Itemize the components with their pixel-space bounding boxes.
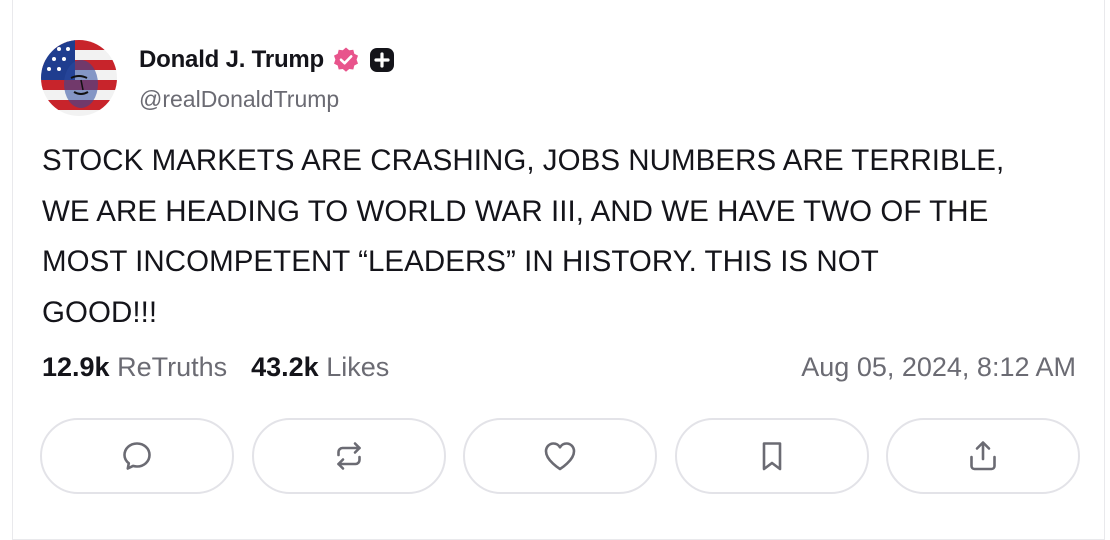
repost-icon: [336, 442, 361, 470]
action-bar: [40, 418, 1080, 494]
heart-icon: [544, 442, 576, 471]
retruths-stat[interactable]: 12.9k ReTruths: [42, 352, 227, 383]
bookmark-icon: [762, 442, 781, 471]
retruth-button[interactable]: [251, 418, 446, 494]
bookmark-button[interactable]: [674, 418, 869, 494]
avatar-image: [41, 40, 117, 116]
likes-stat[interactable]: 43.2k Likes: [251, 352, 389, 383]
reply-button[interactable]: [40, 418, 234, 494]
post-timestamp[interactable]: Aug 05, 2024, 8:12 AM: [801, 352, 1076, 383]
plus-badge-icon: [368, 46, 396, 74]
like-button[interactable]: [463, 418, 657, 494]
author-handle[interactable]: @realDonaldTrump: [139, 86, 339, 113]
post-stats: 12.9k ReTruths 43.2k Likes: [42, 352, 389, 383]
likes-count: 43.2k: [251, 352, 319, 382]
comment-icon: [123, 442, 151, 470]
share-icon: [970, 441, 996, 471]
avatar[interactable]: [41, 40, 117, 116]
share-button[interactable]: [886, 418, 1080, 494]
verified-badge-icon: [332, 46, 360, 74]
retruths-label: ReTruths: [117, 352, 228, 382]
author-row: Donald J. Trump: [139, 44, 396, 76]
author-display-name[interactable]: Donald J. Trump: [139, 46, 324, 74]
post-text: STOCK MARKETS ARE CRASHING, JOBS NUMBERS…: [42, 144, 1005, 329]
retruths-count: 12.9k: [42, 352, 110, 382]
likes-label: Likes: [326, 352, 390, 382]
